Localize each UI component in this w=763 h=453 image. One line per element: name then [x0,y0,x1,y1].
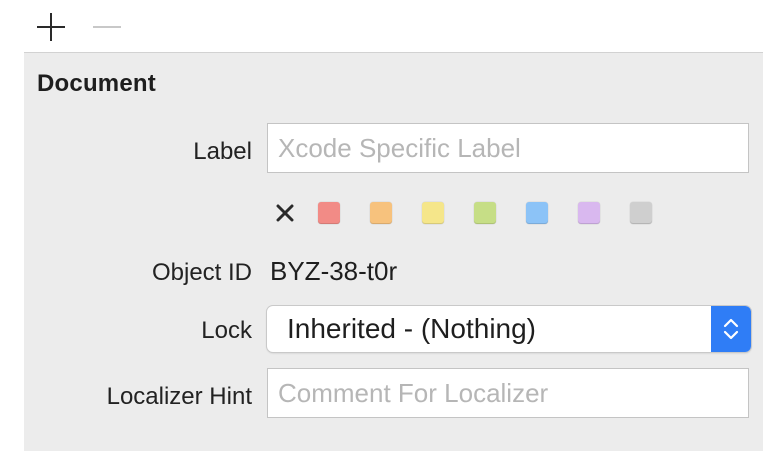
x-icon [276,204,294,222]
swatch-blue[interactable] [526,202,548,224]
localizer-hint-label: Localizer Hint [106,383,252,410]
lock-label: Lock [201,317,252,344]
swatch-purple[interactable] [578,202,600,224]
remove-button[interactable] [88,8,126,46]
add-button[interactable] [32,8,70,46]
swatch-green[interactable] [474,202,496,224]
swatch-red[interactable] [318,202,340,224]
minus-icon [93,26,121,28]
object-id-label: Object ID [151,259,252,286]
lock-selected-value: Inherited - (Nothing) [287,313,537,344]
lock-popup-button[interactable]: Inherited - (Nothing) [267,306,751,352]
label-field-label: Label [193,138,252,165]
document-inspector-panel: Document Label Xcode Specific Label Obje… [24,52,763,451]
popup-arrows [711,306,751,352]
chevron-up-down-icon [723,318,739,340]
swatch-yellow[interactable] [422,202,444,224]
label-input[interactable]: Xcode Specific Label [267,123,749,173]
plus-icon [37,13,65,41]
toolbar [0,0,763,52]
localizer-hint-input[interactable]: Comment For Localizer [267,368,749,418]
color-label-picker [272,195,682,231]
swatch-orange[interactable] [370,202,392,224]
swatch-gray[interactable] [630,202,652,224]
object-id-value: BYZ-38-t0r [270,256,398,286]
localizer-hint-placeholder: Comment For Localizer [278,378,549,408]
clear-color-button[interactable] [272,200,298,226]
section-title: Document [37,70,156,97]
label-input-placeholder: Xcode Specific Label [278,133,521,163]
